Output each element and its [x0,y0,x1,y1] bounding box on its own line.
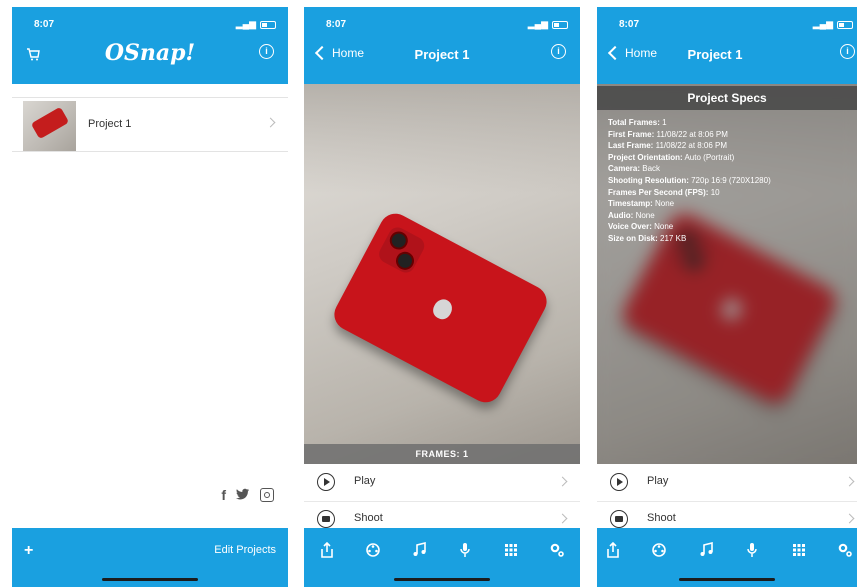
toolbar [597,528,857,587]
spec-item: Audio: None [608,210,655,220]
app-logo-title: OSnap! [104,40,196,66]
home-indicator [679,578,775,581]
page-title: Project 1 [687,47,743,62]
twitter-icon[interactable] [236,487,250,503]
chevron-right-icon [844,513,855,524]
play-row[interactable]: Play [597,464,857,502]
status-time: 8:07 [326,19,347,30]
chevron-right-icon [557,513,568,524]
status-icons: ▂▄▆ [528,19,568,30]
battery-icon [260,20,276,29]
play-label: Play [647,475,669,487]
spec-item: Frames Per Second (FPS): 10 [608,187,720,197]
nav-bar: 8:07 ▂▄▆ Home Project 1 i [304,7,580,84]
status-time: 8:07 [34,19,55,30]
microphone-icon[interactable] [742,540,762,560]
camera-icon [317,510,335,528]
page-title: Project 1 [414,47,470,62]
apple-logo-icon [430,296,456,323]
project-row[interactable]: Project 1 [12,97,288,152]
signal-icon: ▂▄▆ [812,19,833,29]
camera-icon [610,510,628,528]
specs-title: Project Specs [597,86,857,110]
settings-icon[interactable] [835,540,855,560]
project-thumbnail [23,101,76,151]
spec-item: First Frame: 11/08/22 at 8:06 PM [608,129,728,139]
play-icon [610,473,628,491]
spec-item: Timestamp: None [608,199,675,209]
play-label: Play [354,475,376,487]
bottom-bar: + Edit Projects [12,528,288,587]
grid-icon[interactable] [501,540,521,560]
signal-icon: ▂▄▆ [235,19,256,29]
status-time: 8:07 [619,19,640,30]
frame-preview: FRAMES: 1 [304,84,580,464]
status-icons: ▂▄▆ [236,19,276,30]
spec-item: Project Orientation: Auto (Portrait) [608,152,735,162]
toolbar [304,528,580,587]
instagram-icon[interactable] [260,488,274,502]
status-icons: ▂▄▆ [813,19,853,30]
battery-icon [837,20,853,29]
frame-preview-blurred: Project Specs Total Frames: 1 First Fram… [597,84,857,464]
nav-bar: 8:07 ▂▄▆ Home Project 1 i [597,7,857,84]
battery-icon [552,20,568,29]
music-icon[interactable] [409,540,429,560]
screen-project-specs: 8:07 ▂▄▆ Home Project 1 i Project Specs … [597,7,857,587]
shoot-label: Shoot [354,512,383,524]
grid-icon[interactable] [789,540,809,560]
screen-project-detail: 8:07 ▂▄▆ Home Project 1 i FRAMES: 1 Play… [304,7,580,587]
music-icon[interactable] [696,540,716,560]
chevron-right-icon [557,476,568,487]
info-icon[interactable]: i [840,44,855,59]
settings-icon[interactable] [547,540,567,560]
chevron-right-icon [844,476,855,487]
info-icon[interactable]: i [259,44,274,59]
share-icon[interactable] [603,540,623,560]
project-specs-panel: Project Specs Total Frames: 1 First Fram… [597,84,857,464]
microphone-icon[interactable] [455,540,475,560]
nav-bar: 8:07 ▂▄▆ OSnap! i [12,7,288,84]
add-project-button[interactable]: + [24,542,33,560]
film-reel-icon[interactable] [649,540,669,560]
frames-count-bar: FRAMES: 1 [304,444,580,464]
spec-item: Last Frame: 11/08/22 at 8:06 PM [608,141,728,151]
shoot-label: Shoot [647,512,676,524]
screen-projects: 8:07 ▂▄▆ OSnap! i Project 1 f + Edit Pro… [12,7,288,587]
share-icon[interactable] [317,540,337,560]
info-icon[interactable]: i [551,44,566,59]
spec-item: Total Frames: 1 [608,118,667,127]
social-links: f [221,487,274,503]
play-row[interactable]: Play [304,464,580,502]
spec-item: Camera: Back [608,164,661,174]
spec-item: Voice Over: None [608,222,674,232]
specs-list: Total Frames: 1 First Frame: 11/08/22 at… [608,117,771,245]
chevron-right-icon [265,117,276,128]
signal-icon: ▂▄▆ [527,19,548,29]
edit-projects-button[interactable]: Edit Projects [214,544,276,556]
facebook-icon[interactable]: f [221,487,226,503]
home-indicator [102,578,198,581]
red-phone-photo [328,208,553,408]
spec-item: Size on Disk: 217 KB [608,233,687,243]
home-indicator [394,578,490,581]
play-icon [317,473,335,491]
project-name: Project 1 [88,118,132,130]
film-reel-icon[interactable] [363,540,383,560]
spec-item: Shooting Resolution: 720p 16:9 (720X1280… [608,175,771,185]
